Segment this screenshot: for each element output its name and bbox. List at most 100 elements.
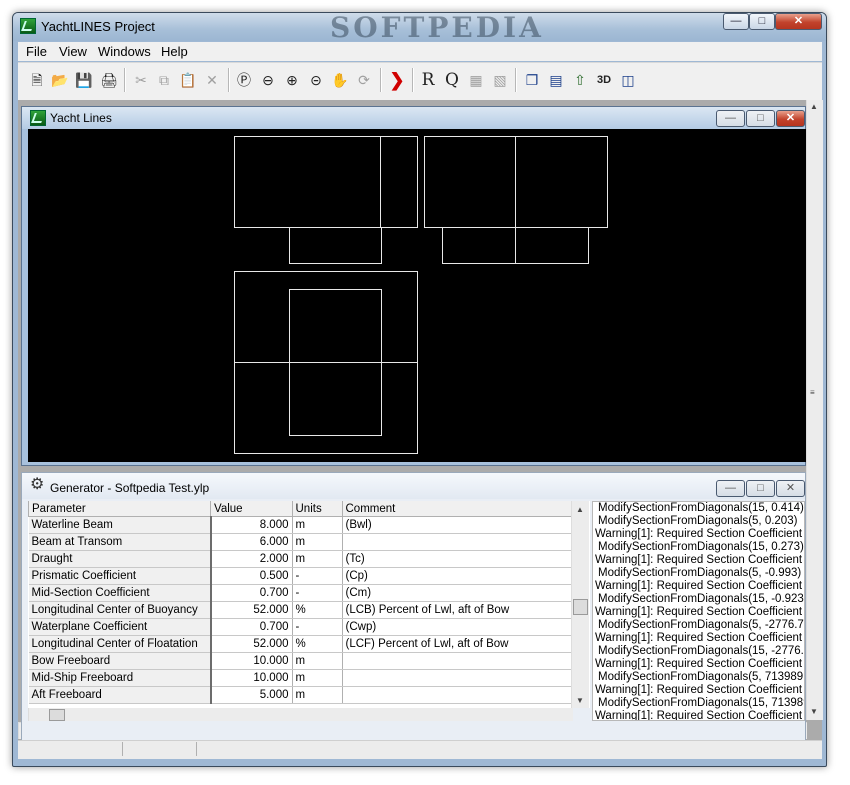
units-cell[interactable]: %: [292, 601, 343, 619]
units-cell[interactable]: m: [292, 533, 343, 551]
r-button[interactable]: R: [417, 69, 439, 91]
print-icon[interactable]: 🖨: [98, 69, 120, 91]
units-cell[interactable]: %: [292, 635, 343, 653]
pan-hand-icon[interactable]: ✋: [329, 69, 351, 91]
cascade-windows-icon[interactable]: ❐: [521, 69, 543, 91]
comment-cell[interactable]: (Tc): [342, 550, 572, 568]
grid-vertical-scrollbar[interactable]: ▲ ▼: [571, 501, 589, 708]
generator-log-panel[interactable]: ModifySectionFromDiagonals(15, 0.414) Mod…: [592, 501, 805, 721]
value-cell[interactable]: 10.000: [210, 652, 293, 670]
open-folder-icon[interactable]: 📂: [49, 69, 71, 91]
calculator-icon[interactable]: ▧: [489, 69, 511, 91]
export-icon[interactable]: ⇧: [569, 69, 591, 91]
cut-icon[interactable]: ✂: [130, 69, 152, 91]
units-cell[interactable]: -: [292, 584, 343, 602]
comment-cell[interactable]: (LCB) Percent of Lwl, aft of Bow: [342, 601, 572, 619]
table-row[interactable]: Waterline Beam 8.000 m (Bwl): [28, 516, 572, 534]
table-row[interactable]: Bow Freeboard 10.000 m: [28, 652, 572, 670]
delete-icon[interactable]: ✕: [201, 69, 223, 91]
minimize-button[interactable]: —: [723, 13, 749, 30]
comment-cell[interactable]: (Cp): [342, 567, 572, 585]
units-cell[interactable]: m: [292, 550, 343, 568]
table-row[interactable]: Beam at Transom 6.000 m: [28, 533, 572, 551]
yacht-lines-title-bar[interactable]: [22, 107, 805, 129]
tile-windows-icon[interactable]: ▤: [545, 69, 567, 91]
comment-cell[interactable]: [342, 669, 572, 687]
value-cell[interactable]: 5.000: [210, 686, 293, 704]
value-cell[interactable]: 0.700: [210, 618, 293, 636]
grid-horizontal-scrollbar[interactable]: [28, 708, 573, 721]
column-header-value[interactable]: Value: [210, 501, 293, 517]
scroll-down-arrow[interactable]: ▼: [810, 707, 818, 716]
run-arrow-icon[interactable]: ❯: [386, 69, 408, 91]
grid-scroll-down-arrow[interactable]: ▼: [576, 696, 584, 705]
units-cell[interactable]: -: [292, 618, 343, 636]
mdi-vertical-scrollbar[interactable]: ▲ ≡ ▼: [806, 100, 823, 720]
menu-file[interactable]: File: [26, 44, 47, 59]
column-header-comment[interactable]: Comment: [341, 501, 572, 517]
layout-icon[interactable]: ◫: [617, 69, 639, 91]
grid-h-scroll-thumb[interactable]: [49, 709, 65, 721]
units-cell[interactable]: m: [292, 516, 343, 534]
copy-icon[interactable]: ⧉: [153, 69, 175, 91]
zoom-auto-icon[interactable]: Ⓟ: [233, 69, 255, 91]
value-cell[interactable]: 8.000: [210, 516, 293, 534]
q-button[interactable]: Q: [441, 69, 463, 91]
table-row[interactable]: Waterplane Coefficient 0.700- (Cwp): [28, 618, 572, 636]
comment-cell[interactable]: (Cwp): [342, 618, 572, 636]
grid-scroll-up-arrow[interactable]: ▲: [576, 505, 584, 514]
column-header-parameter[interactable]: Parameter: [28, 501, 211, 517]
table-row[interactable]: Longitudinal Center of Buoyancy 52.000% (L…: [28, 601, 572, 619]
menu-view[interactable]: View: [59, 44, 87, 59]
value-cell[interactable]: 10.000: [210, 669, 293, 687]
comment-cell[interactable]: (Cm): [342, 584, 572, 602]
units-cell[interactable]: m: [292, 686, 343, 704]
grid-scroll-thumb[interactable]: [573, 599, 588, 615]
table-row[interactable]: Mid-Section Coefficient 0.700- (Cm): [28, 584, 572, 602]
log-line: Warning[1]: Required Section Coefficient…: [595, 684, 805, 696]
save-icon[interactable]: 💾: [73, 69, 95, 91]
table-row[interactable]: Longitudinal Center of Floatation 52.000%…: [28, 635, 572, 653]
units-cell[interactable]: -: [292, 567, 343, 585]
menu-windows[interactable]: Windows: [98, 44, 151, 59]
generator-maximize-button[interactable]: □: [746, 480, 775, 497]
zoom-window-icon[interactable]: ⊝: [305, 69, 327, 91]
units-cell[interactable]: m: [292, 652, 343, 670]
value-cell[interactable]: 2.000: [210, 550, 293, 568]
value-cell[interactable]: 6.000: [210, 533, 293, 551]
yacht-minimize-button[interactable]: —: [716, 110, 745, 127]
value-cell[interactable]: 52.000: [210, 601, 293, 619]
table-row[interactable]: Draught 2.000 m (Tc): [28, 550, 572, 568]
yacht-maximize-button[interactable]: □: [746, 110, 775, 127]
rotate-icon[interactable]: ⟳: [353, 69, 375, 91]
close-button[interactable]: ✕: [775, 13, 822, 30]
units-cell[interactable]: m: [292, 669, 343, 687]
comment-cell[interactable]: [342, 686, 572, 704]
zoom-in-icon[interactable]: ⊕: [281, 69, 303, 91]
maximize-button[interactable]: □: [749, 13, 775, 30]
table-row[interactable]: Aft Freeboard 5.000 m: [28, 686, 572, 704]
menu-help[interactable]: Help: [161, 44, 188, 59]
toolbar-separator: [515, 68, 517, 92]
paste-icon[interactable]: 📋: [177, 69, 199, 91]
value-cell[interactable]: 0.700: [210, 584, 293, 602]
scroll-up-arrow[interactable]: ▲: [810, 102, 818, 111]
generator-minimize-button[interactable]: —: [716, 480, 745, 497]
table-icon[interactable]: ▦: [465, 69, 487, 91]
value-cell[interactable]: 52.000: [210, 635, 293, 653]
comment-cell[interactable]: [342, 652, 572, 670]
column-header-units[interactable]: Units: [291, 501, 343, 517]
comment-cell[interactable]: (LCF) Percent of Lwl, aft of Bow: [342, 635, 572, 653]
lines-drawing-canvas[interactable]: [28, 129, 806, 462]
yacht-close-button[interactable]: ✕: [776, 110, 805, 127]
generator-close-button[interactable]: ✕: [776, 480, 805, 497]
3d-view-button[interactable]: 3D: [593, 69, 615, 91]
comment-cell[interactable]: (Bwl): [342, 516, 572, 534]
scroll-thumb-grip[interactable]: ≡: [810, 388, 815, 397]
table-row[interactable]: Prismatic Coefficient 0.500- (Cp): [28, 567, 572, 585]
comment-cell[interactable]: [342, 533, 572, 551]
value-cell[interactable]: 0.500: [210, 567, 293, 585]
new-file-icon[interactable]: 🗎: [26, 69, 48, 91]
table-row[interactable]: Mid-Ship Freeboard 10.000 m: [28, 669, 572, 687]
zoom-out-icon[interactable]: ⊖: [257, 69, 279, 91]
